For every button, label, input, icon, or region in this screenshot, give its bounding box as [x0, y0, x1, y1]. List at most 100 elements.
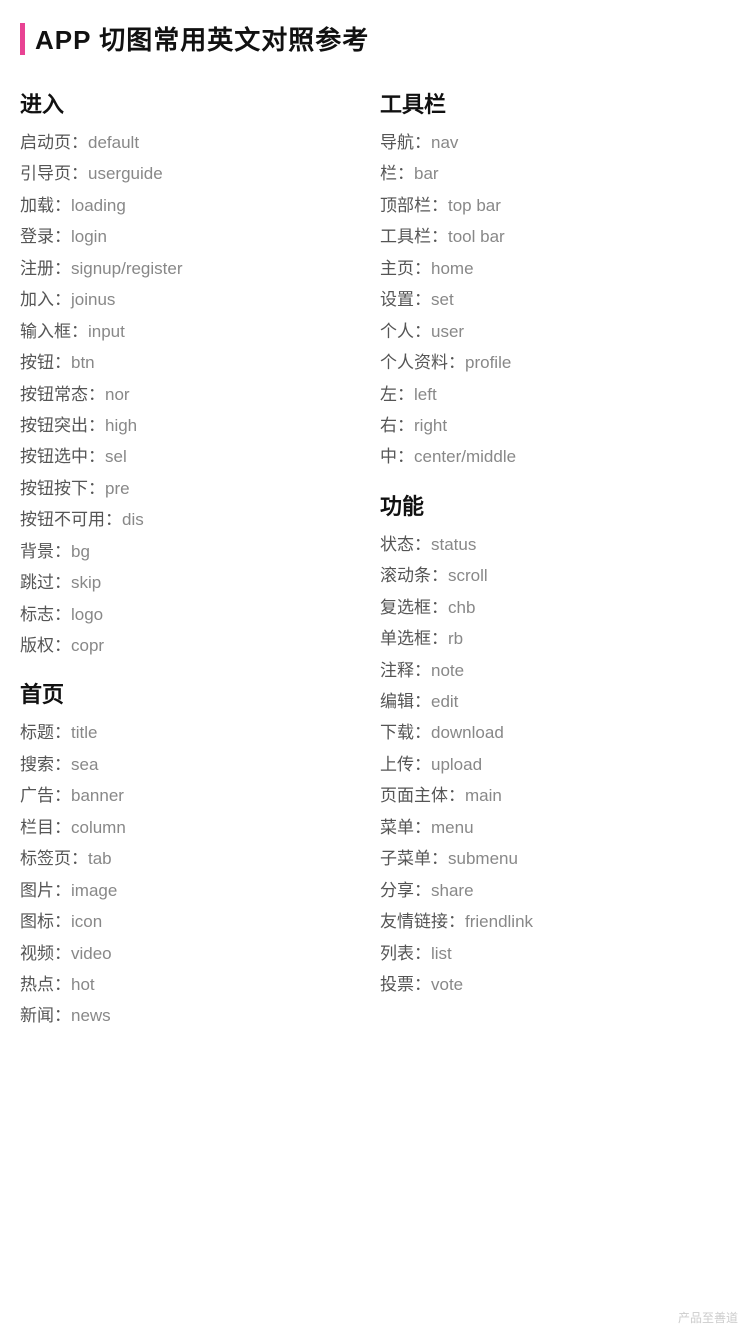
entry-zh: 顶部栏： [380, 196, 448, 215]
entry-zh: 个人： [380, 322, 431, 341]
entry-en: loading [71, 196, 126, 215]
entry-1-1-11: 分享：share [380, 875, 730, 906]
entry-0-1-7: 视频：video [20, 938, 370, 969]
entry-en: dis [122, 510, 144, 529]
entry-en: input [88, 322, 125, 341]
entry-zh: 分享： [380, 881, 431, 900]
entry-0-0-12: 按钮不可用：dis [20, 504, 370, 535]
entry-en: logo [71, 605, 103, 624]
entry-zh: 页面主体： [380, 786, 465, 805]
entry-zh: 图标： [20, 912, 71, 931]
entry-1-1-9: 菜单：menu [380, 812, 730, 843]
entry-zh: 输入框： [20, 322, 88, 341]
entry-zh: 编辑： [380, 692, 431, 711]
entry-en: download [431, 723, 504, 742]
entry-zh: 状态： [380, 535, 431, 554]
entry-en: user [431, 322, 464, 341]
entry-en: main [465, 786, 502, 805]
entry-zh: 菜单： [380, 818, 431, 837]
entry-zh: 栏： [380, 164, 414, 183]
entry-en: copr [71, 636, 104, 655]
entry-1-1-5: 编辑：edit [380, 686, 730, 717]
entry-en: skip [71, 573, 101, 592]
entry-1-1-3: 单选框：rb [380, 623, 730, 654]
entry-zh: 投票： [380, 975, 431, 994]
entry-0-0-1: 引导页：userguide [20, 158, 370, 189]
entry-1-1-4: 注释：note [380, 655, 730, 686]
entry-0-1-0: 标题：title [20, 717, 370, 748]
entry-zh: 背景： [20, 542, 71, 561]
entry-zh: 加载： [20, 196, 71, 215]
entry-en: right [414, 416, 447, 435]
entry-en: note [431, 661, 464, 680]
entry-0-1-3: 栏目：column [20, 812, 370, 843]
entry-en: nav [431, 133, 458, 152]
entry-1-1-2: 复选框：chb [380, 592, 730, 623]
entry-zh: 栏目： [20, 818, 71, 837]
entry-1-0-10: 中：center/middle [380, 441, 730, 472]
entry-zh: 视频： [20, 944, 71, 963]
entry-1-1-14: 投票：vote [380, 969, 730, 1000]
entry-zh: 登录： [20, 227, 71, 246]
entry-en: tool bar [448, 227, 505, 246]
entry-1-1-0: 状态：status [380, 529, 730, 560]
entry-zh: 单选框： [380, 629, 448, 648]
section-title-1-1: 功能 [380, 489, 730, 521]
entry-zh: 标志： [20, 605, 71, 624]
entry-en: edit [431, 692, 458, 711]
entry-en: top bar [448, 196, 501, 215]
entry-en: center/middle [414, 447, 516, 466]
entry-en: menu [431, 818, 474, 837]
entry-zh: 设置： [380, 290, 431, 309]
entry-0-0-3: 登录：login [20, 221, 370, 252]
entry-en: profile [465, 353, 511, 372]
entry-1-0-1: 栏：bar [380, 158, 730, 189]
column-1: 进入启动页：default引导页：userguide加载：loading登录：l… [20, 87, 380, 1032]
entry-en: banner [71, 786, 124, 805]
watermark: 产品至善道 [678, 1309, 738, 1326]
entry-en: bg [71, 542, 90, 561]
column-2: 工具栏导航：nav栏：bar顶部栏：top bar工具栏：tool bar主页：… [380, 87, 730, 1032]
entry-zh: 工具栏： [380, 227, 448, 246]
entry-1-0-7: 个人资料：profile [380, 347, 730, 378]
entry-zh: 引导页： [20, 164, 88, 183]
entry-zh: 版权： [20, 636, 71, 655]
entry-0-0-4: 注册：signup/register [20, 253, 370, 284]
entry-zh: 标签页： [20, 849, 88, 868]
entry-en: btn [71, 353, 95, 372]
entry-zh: 按钮常态： [20, 385, 105, 404]
entry-en: sea [71, 755, 98, 774]
entry-zh: 左： [380, 385, 414, 404]
entry-zh: 热点： [20, 975, 71, 994]
entry-en: chb [448, 598, 475, 617]
entry-0-0-8: 按钮常态：nor [20, 379, 370, 410]
entry-1-1-8: 页面主体：main [380, 780, 730, 811]
entry-zh: 搜索： [20, 755, 71, 774]
entry-0-0-16: 版权：copr [20, 630, 370, 661]
entry-zh: 按钮不可用： [20, 510, 122, 529]
entry-0-0-14: 跳过：skip [20, 567, 370, 598]
entry-en: title [71, 723, 97, 742]
entry-1-0-9: 右：right [380, 410, 730, 441]
entry-en: set [431, 290, 454, 309]
entry-0-0-2: 加载：loading [20, 190, 370, 221]
entry-zh: 滚动条： [380, 566, 448, 585]
entry-en: news [71, 1006, 111, 1025]
entry-en: hot [71, 975, 95, 994]
entry-zh: 导航： [380, 133, 431, 152]
entry-0-0-11: 按钮按下：pre [20, 473, 370, 504]
entry-en: friendlink [465, 912, 533, 931]
entry-0-1-5: 图片：image [20, 875, 370, 906]
entry-0-0-7: 按钮：btn [20, 347, 370, 378]
entry-0-0-5: 加入：joinus [20, 284, 370, 315]
entry-1-1-6: 下载：download [380, 717, 730, 748]
entry-en: column [71, 818, 126, 837]
entry-en: joinus [71, 290, 115, 309]
entry-zh: 列表： [380, 944, 431, 963]
main-content: 进入启动页：default引导页：userguide加载：loading登录：l… [20, 87, 730, 1032]
section-title-1-0: 工具栏 [380, 87, 730, 119]
entry-en: rb [448, 629, 463, 648]
entry-en: tab [88, 849, 112, 868]
entry-0-1-6: 图标：icon [20, 906, 370, 937]
entry-en: userguide [88, 164, 163, 183]
